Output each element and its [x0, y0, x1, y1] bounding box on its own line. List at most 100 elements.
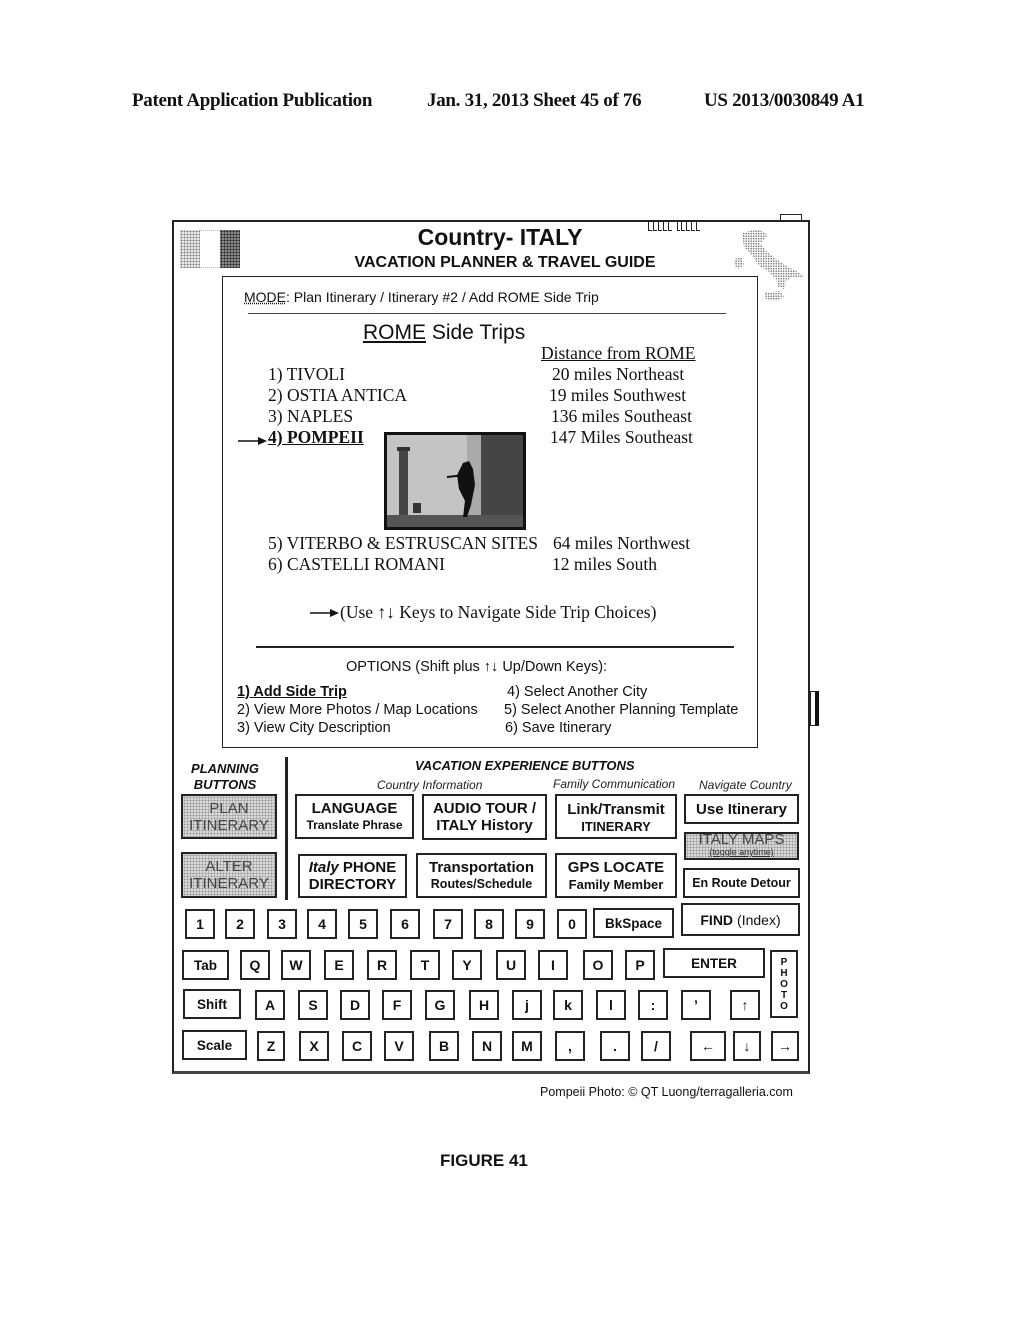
plan-itinerary-button[interactable]: PLAN ITINERARY	[181, 794, 277, 839]
side-trip-item[interactable]: 6) CASTELLI ROMANI	[268, 554, 445, 575]
key-arrow-left[interactable]: ←	[690, 1031, 726, 1061]
key-apostrophe[interactable]: ’	[681, 990, 711, 1020]
side-trip-item[interactable]: 5) VITERBO & ESTRUSCAN SITES	[268, 533, 538, 554]
side-trip-item[interactable]: 1) TIVOLI	[268, 364, 345, 385]
key-c[interactable]: C	[342, 1031, 372, 1061]
photo-key[interactable]: PHOTO	[770, 950, 798, 1018]
button-line2: (toggle anytime)	[709, 847, 774, 857]
button-line1: Use Itinerary	[696, 800, 787, 818]
key-period[interactable]: .	[600, 1031, 630, 1061]
key-arrow-right[interactable]: →	[771, 1031, 799, 1061]
key-1[interactable]: 1	[185, 909, 215, 939]
button-line1: Transportation	[428, 858, 534, 876]
mode-divider	[248, 313, 726, 314]
option-select-planning-template[interactable]: 5) Select Another Planning Template	[504, 702, 738, 718]
key-4[interactable]: 4	[307, 909, 337, 939]
phone-directory-button[interactable]: Italy PHONE DIRECTORY	[298, 854, 407, 898]
key-t[interactable]: T	[410, 950, 440, 980]
key-o[interactable]: O	[583, 950, 613, 980]
side-trip-distance: 147 Miles Southeast	[550, 427, 693, 447]
option-view-photos[interactable]: 2) View More Photos / Map Locations	[237, 702, 478, 718]
key-h[interactable]: H	[469, 990, 499, 1020]
key-l[interactable]: l	[596, 990, 626, 1020]
pompeii-photo[interactable]	[384, 432, 526, 530]
button-line1: ALTER	[205, 858, 253, 875]
alter-itinerary-button[interactable]: ALTER ITINERARY	[181, 852, 277, 898]
option-add-side-trip[interactable]: 1) Add Side Trip	[237, 684, 347, 700]
option-select-another-city[interactable]: 4) Select Another City	[507, 684, 647, 700]
key-i[interactable]: I	[538, 950, 568, 980]
navigation-hint: (Use ↑↓ Keys to Navigate Side Trip Choic…	[340, 602, 657, 622]
key-d[interactable]: D	[340, 990, 370, 1020]
side-trips-title-text: Side Trips	[426, 321, 526, 344]
key-8[interactable]: 8	[474, 909, 504, 939]
key-arrow-down[interactable]: ↓	[733, 1031, 761, 1061]
italy-flag-white-stripe	[200, 230, 220, 268]
photo-key-letter: P	[780, 956, 788, 968]
button-line1-italic: Italy	[308, 859, 339, 876]
selection-arrow-icon	[238, 437, 267, 445]
key-f[interactable]: F	[382, 990, 412, 1020]
key-w[interactable]: W	[281, 950, 311, 980]
side-trip-distance: 19 miles Southwest	[549, 385, 687, 405]
side-trip-item[interactable]: 2) OSTIA ANTICA	[268, 385, 407, 406]
key-backspace[interactable]: BkSpace	[593, 908, 674, 938]
key-colon[interactable]: :	[638, 990, 668, 1020]
gps-locate-button[interactable]: GPS LOCATE Family Member	[555, 853, 677, 898]
italy-maps-button[interactable]: ITALY MAPS (toggle anytime)	[684, 832, 799, 860]
key-y[interactable]: Y	[452, 950, 482, 980]
key-b[interactable]: B	[429, 1031, 459, 1061]
key-3[interactable]: 3	[267, 909, 297, 939]
link-transmit-itinerary-button[interactable]: Link/Transmit ITINERARY	[555, 794, 677, 839]
key-r[interactable]: R	[367, 950, 397, 980]
key-p[interactable]: P	[625, 950, 655, 980]
device-power-tab[interactable]	[780, 214, 802, 222]
side-trip-item-selected[interactable]: 4) POMPEII	[268, 427, 364, 448]
options-title: OPTIONS (Shift plus ↑↓ Up/Down Keys):	[346, 659, 608, 675]
key-j[interactable]: j	[512, 990, 542, 1020]
key-0[interactable]: 0	[557, 909, 587, 939]
use-itinerary-button[interactable]: Use Itinerary	[684, 794, 799, 824]
option-save-itinerary[interactable]: 6) Save Itinerary	[505, 720, 611, 736]
key-shift[interactable]: Shift	[183, 989, 241, 1019]
key-u[interactable]: U	[496, 950, 526, 980]
key-x[interactable]: X	[299, 1031, 329, 1061]
language-button[interactable]: LANGUAGE Translate Phrase	[295, 794, 414, 839]
device-side-switch[interactable]	[810, 691, 819, 726]
key-arrow-up[interactable]: ↑	[730, 990, 760, 1020]
transportation-button[interactable]: Transportation Routes/Schedule	[416, 853, 547, 898]
key-s[interactable]: S	[298, 990, 328, 1020]
planning-buttons-label: PLANNING BUTTONS	[190, 761, 260, 793]
category-family-communication: Family Communication	[553, 777, 676, 791]
find-index-key[interactable]: FIND (Index)	[681, 903, 800, 936]
en-route-detour-button[interactable]: En Route Detour	[683, 868, 800, 898]
key-e[interactable]: E	[324, 950, 354, 980]
key-tab[interactable]: Tab	[182, 950, 229, 980]
key-n[interactable]: N	[472, 1031, 502, 1061]
side-trip-item[interactable]: 3) NAPLES	[268, 406, 353, 427]
key-slash[interactable]: /	[641, 1031, 671, 1061]
audio-tour-button[interactable]: AUDIO TOUR / ITALY History	[422, 794, 547, 840]
option-view-city-description[interactable]: 3) View City Description	[237, 720, 391, 736]
planning-buttons-label-line2: BUTTONS	[193, 777, 257, 792]
key-9[interactable]: 9	[515, 909, 545, 939]
key-5[interactable]: 5	[348, 909, 378, 939]
key-z[interactable]: Z	[257, 1031, 285, 1061]
button-line1: En Route Detour	[692, 875, 791, 890]
key-q[interactable]: Q	[240, 950, 270, 980]
key-a[interactable]: A	[255, 990, 285, 1020]
key-v[interactable]: V	[384, 1031, 414, 1061]
key-enter[interactable]: ENTER	[663, 948, 765, 978]
key-g[interactable]: G	[425, 990, 455, 1020]
key-m[interactable]: M	[512, 1031, 542, 1061]
photo-key-letter: O	[780, 978, 788, 990]
key-6[interactable]: 6	[390, 909, 420, 939]
key-k[interactable]: k	[553, 990, 583, 1020]
key-2[interactable]: 2	[225, 909, 255, 939]
key-comma[interactable]: ,	[555, 1031, 585, 1061]
planning-buttons-label-line1: PLANNING	[191, 761, 259, 776]
button-line1: Link/Transmit	[567, 801, 665, 818]
key-scale[interactable]: Scale	[182, 1030, 247, 1060]
key-7[interactable]: 7	[433, 909, 463, 939]
side-trip-distance: 12 miles South	[552, 554, 658, 574]
